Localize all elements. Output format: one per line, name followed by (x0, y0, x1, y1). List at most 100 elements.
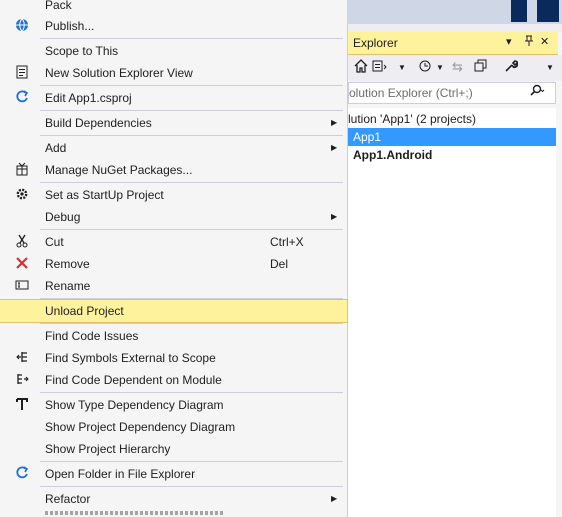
find-dependent-icon (14, 372, 30, 388)
sync-view-icon[interactable] (372, 59, 388, 76)
menu-item-open-folder[interactable]: Open Folder in File Explorer (0, 463, 347, 485)
menu-item-manage-nuget[interactable]: Manage NuGet Packages... (0, 159, 347, 181)
menu-item-show-project-dependency[interactable]: Show Project Dependency Diagram (0, 416, 347, 438)
solution-explorer-toolbar: ▼ ▼ ⇆ ▼ (348, 55, 562, 81)
open-folder-icon (14, 466, 30, 482)
menu-item-edit-csproj[interactable]: Edit App1.csproj (0, 87, 347, 109)
menu-item-rename[interactable]: Rename (0, 275, 347, 297)
menu-item-find-code-dependent[interactable]: Find Code Dependent on Module (0, 369, 347, 391)
menu-item-unload-project[interactable]: Unload Project (0, 299, 348, 323)
tree-item-label: App1 (353, 130, 382, 144)
menu-item-show-project-hierarchy[interactable]: Show Project Hierarchy (0, 438, 347, 460)
menu-separator (40, 110, 343, 111)
menu-item-label: Manage NuGet Packages... (45, 163, 193, 177)
menu-item-label: Set as StartUp Project (45, 188, 164, 202)
edit-arrow-icon (14, 90, 30, 106)
panel-gap (348, 24, 562, 32)
menu-item-label: Build Dependencies (45, 116, 152, 130)
close-icon[interactable]: ✕ (540, 35, 549, 48)
type-diagram-icon (14, 397, 30, 413)
dark-tab-left (511, 0, 527, 22)
tree-item-app1-android[interactable]: App1.Android (348, 146, 556, 164)
dark-tab-right (537, 0, 559, 22)
dropdown-icon[interactable]: ▾ (506, 35, 512, 48)
menu-item-label: Find Code Dependent on Module (45, 373, 222, 387)
tree-item-solution[interactable]: lution 'App1' (2 projects) (348, 110, 556, 128)
pin-icon[interactable] (524, 35, 534, 50)
menu-item-pack[interactable]: Pack (0, 0, 347, 16)
menu-item-label: Show Project Dependency Diagram (45, 420, 236, 434)
menu-item-label: Refactor (45, 492, 91, 506)
context-menu: Pack Publish... Scope to This New Soluti… (0, 0, 348, 517)
solution-explorer-titlebar: Explorer ▾ ✕ (348, 32, 558, 55)
menu-item-label: Debug (45, 210, 81, 224)
menu-item-label: Edit App1.csproj (45, 91, 132, 105)
menu-item-debug[interactable]: Debug ▶ (0, 206, 347, 228)
search-icon[interactable] (529, 84, 545, 101)
submenu-arrow-icon: ▶ (331, 118, 338, 127)
chevron-down-icon[interactable]: ▼ (436, 63, 444, 72)
scissors-icon (14, 234, 30, 250)
collapse-all-icon[interactable] (474, 59, 488, 76)
menu-item-label: Unload Project (45, 304, 124, 318)
vertical-scrollbar[interactable] (556, 108, 562, 517)
pending-changes-icon[interactable] (418, 59, 434, 76)
menu-item-label: Remove (45, 257, 90, 271)
menu-item-label: Cut (45, 235, 64, 249)
menu-separator (40, 461, 343, 462)
menu-item-label: Open Folder in File Explorer (45, 467, 196, 481)
menu-item-label: Publish... (45, 19, 95, 33)
menu-item-add[interactable]: Add ▶ (0, 137, 347, 159)
globe-icon (14, 18, 30, 34)
menu-item-scope-to-this[interactable]: Scope to This (0, 40, 347, 62)
chevron-down-icon[interactable]: ▼ (546, 63, 554, 72)
menu-item-refactor[interactable]: Refactor ▶ (0, 488, 347, 510)
menu-item-find-code-issues[interactable]: Find Code Issues (0, 325, 347, 347)
menu-item-new-solution-explorer-view[interactable]: New Solution Explorer View (0, 62, 347, 84)
menu-item-shortcut: Ctrl+X (270, 235, 304, 249)
menu-item-label: Find Code Issues (45, 329, 139, 343)
menu-separator (40, 182, 343, 183)
menu-item-remove[interactable]: Remove Del (0, 253, 347, 275)
menu-item-publish[interactable]: Publish... (0, 15, 347, 37)
solution-tree: lution 'App1' (2 projects) App1 App1.And… (348, 108, 562, 517)
menu-separator (40, 135, 343, 136)
menu-separator (40, 486, 343, 487)
submenu-arrow-icon: ▶ (331, 143, 338, 152)
chevron-down-icon[interactable]: ▼ (398, 63, 406, 72)
tree-item-app1[interactable]: App1 (348, 128, 556, 146)
menu-item-shortcut: Del (270, 257, 289, 271)
menu-item-label: Rename (45, 279, 91, 293)
menu-item-find-symbols-external[interactable]: Find Symbols External to Scope (0, 347, 347, 369)
remove-icon (14, 256, 30, 272)
menu-item-label: Scope to This (45, 44, 119, 58)
menu-item-cut[interactable]: Cut Ctrl+X (0, 231, 347, 253)
menu-separator (40, 85, 343, 86)
menu-separator (40, 323, 343, 324)
sync-arrows-icon[interactable]: ⇆ (452, 59, 463, 75)
new-view-icon (14, 65, 30, 81)
menu-separator (40, 229, 343, 230)
menu-item-set-startup[interactable]: Set as StartUp Project (0, 184, 347, 206)
search-placeholder: olution Explorer (Ctrl+;) (349, 86, 473, 100)
gear-icon (14, 187, 30, 203)
home-icon[interactable] (354, 59, 368, 76)
wrench-icon[interactable] (504, 59, 519, 76)
solution-explorer-title: Explorer (353, 36, 398, 50)
partially-visible-item (45, 511, 225, 515)
tree-item-label: App1.Android (353, 148, 433, 162)
menu-item-label: Show Project Hierarchy (45, 442, 171, 456)
find-symbols-icon (14, 350, 30, 366)
tree-item-label: lution 'App1' (2 projects) (348, 112, 476, 126)
menu-item-build-dependencies[interactable]: Build Dependencies ▶ (0, 112, 347, 134)
rename-icon (14, 278, 30, 294)
submenu-arrow-icon: ▶ (331, 212, 338, 221)
menu-item-label: New Solution Explorer View (45, 66, 193, 80)
menu-separator (40, 392, 343, 393)
solution-explorer-search-input[interactable]: olution Explorer (Ctrl+;) (348, 82, 556, 104)
menu-item-label: Show Type Dependency Diagram (45, 398, 224, 412)
menu-item-label: Add (45, 141, 67, 155)
submenu-arrow-icon: ▶ (331, 494, 338, 503)
solution-explorer-panel: Explorer ▾ ✕ ▼ ▼ ⇆ ▼ olution Explorer (C… (348, 32, 562, 517)
menu-item-show-type-dependency[interactable]: Show Type Dependency Diagram (0, 394, 347, 416)
